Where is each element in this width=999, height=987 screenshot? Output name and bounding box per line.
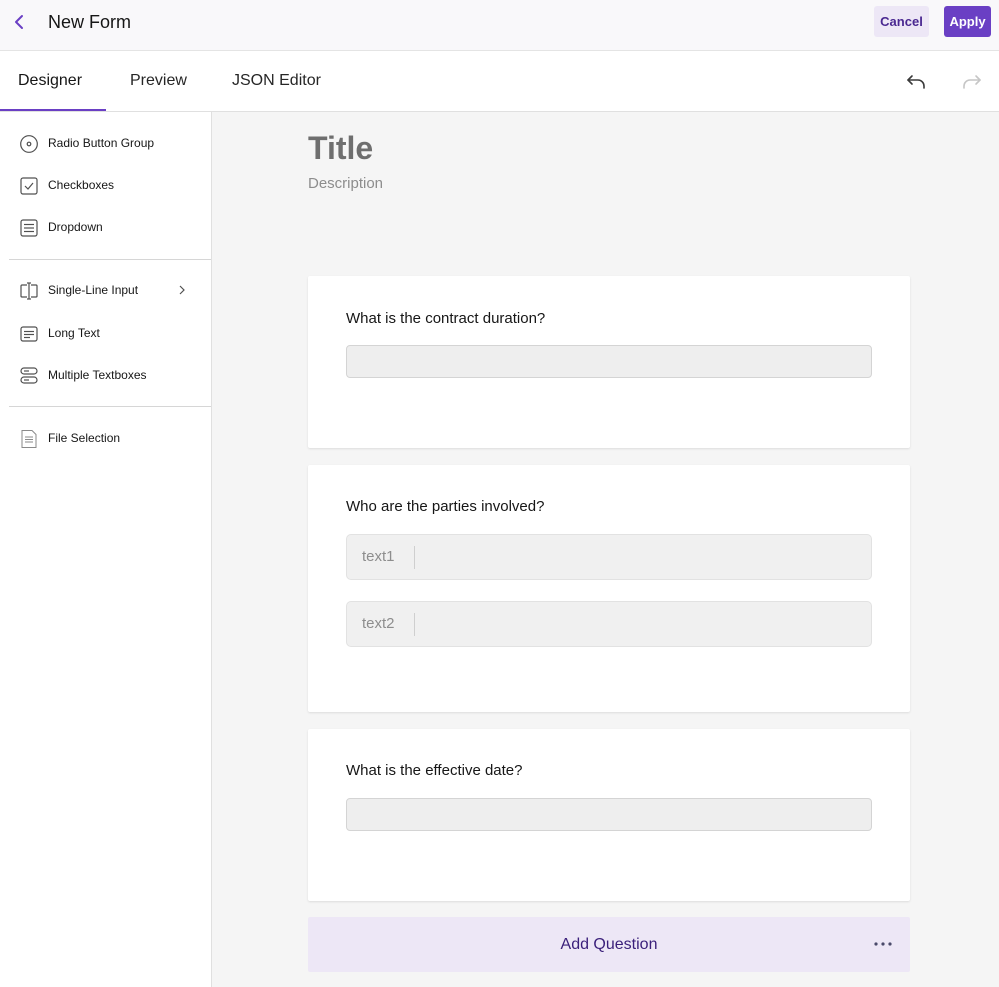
toolbox-item-label: Single-Line Input	[48, 283, 139, 297]
tab-designer[interactable]: Designer	[18, 51, 82, 111]
toolbox-item-radio-button-group[interactable]: Radio Button Group	[0, 124, 211, 162]
toolbox-item-single-line-input[interactable]: Single-Line Input	[0, 271, 211, 309]
multiple-text-item[interactable]: text1	[346, 534, 872, 580]
file-icon	[21, 430, 37, 448]
item-separator	[414, 546, 415, 569]
toolbox-item-multiple-textboxes[interactable]: Multiple Textboxes	[0, 356, 211, 394]
undo-icon	[907, 75, 925, 89]
toolbox-item-label: Long Text	[48, 326, 100, 340]
radio-icon	[20, 135, 38, 153]
tab-bar: Designer Preview JSON Editor	[0, 51, 999, 112]
question-title: What is the effective date?	[346, 762, 523, 779]
cancel-button[interactable]: Cancel	[874, 6, 929, 37]
chevron-left-icon	[15, 15, 23, 29]
question-card[interactable]: Who are the parties involved? text1 text…	[308, 465, 910, 712]
sidebar-divider	[9, 259, 211, 260]
question-title: Who are the parties involved?	[346, 498, 545, 515]
toolbox-item-long-text[interactable]: Long Text	[0, 314, 211, 352]
toolbox-item-file-selection[interactable]: File Selection	[0, 419, 211, 457]
toolbox-item-label: Radio Button Group	[48, 136, 155, 150]
multiple-text-item-label: text2	[362, 615, 395, 632]
dropdown-list-icon	[20, 219, 38, 237]
tab-preview[interactable]: Preview	[130, 51, 187, 111]
toolbox-item-dropdown[interactable]: Dropdown	[0, 208, 211, 246]
design-canvas: Title Description What is the contract d…	[212, 112, 999, 987]
apply-button[interactable]: Apply	[944, 6, 991, 37]
multiple-text-item[interactable]: text2	[346, 601, 872, 647]
item-separator	[414, 613, 415, 636]
toolbox-item-label: File Selection	[48, 431, 121, 445]
toolbox-item-label: Checkboxes	[48, 178, 115, 192]
question-card[interactable]: What is the effective date?	[308, 729, 910, 901]
toolbox-item-label: Dropdown	[48, 220, 103, 234]
long-text-icon	[20, 326, 38, 342]
question-title: What is the contract duration?	[346, 310, 546, 327]
active-tab-indicator	[0, 109, 106, 111]
tab-json-editor[interactable]: JSON Editor	[232, 51, 321, 111]
text-input[interactable]	[346, 798, 872, 831]
page-title: New Form	[48, 12, 132, 32]
sidebar-divider	[9, 406, 211, 407]
toolbox-item-checkboxes[interactable]: Checkboxes	[0, 166, 211, 204]
add-question-label: Add Question	[560, 935, 658, 953]
more-options-icon[interactable]	[871, 936, 895, 952]
checkbox-icon	[20, 177, 38, 195]
redo-icon	[963, 75, 981, 89]
add-question-button[interactable]: Add Question	[308, 917, 910, 972]
toolbox-item-label: Multiple Textboxes	[48, 368, 147, 382]
tab-preview-label: Preview	[130, 72, 187, 89]
form-description[interactable]: Description	[308, 175, 383, 192]
multiple-text-item-label: text1	[362, 548, 395, 565]
tab-json-editor-label: JSON Editor	[232, 72, 321, 89]
top-bar: New Form Cancel Apply	[0, 0, 999, 51]
undo-button[interactable]	[903, 69, 929, 95]
chevron-right-icon	[179, 285, 185, 295]
toolbox-sidebar: Radio Button Group Checkboxes Dropdown S…	[0, 112, 212, 987]
text-cursor-icon	[20, 282, 38, 300]
multiple-textboxes-icon	[20, 367, 38, 384]
back-button[interactable]	[10, 11, 28, 33]
tab-designer-label: Designer	[18, 72, 83, 89]
redo-button[interactable]	[959, 69, 985, 95]
question-card[interactable]: What is the contract duration?	[308, 276, 910, 448]
form-title[interactable]: Title	[308, 128, 373, 168]
text-input[interactable]	[346, 345, 872, 378]
